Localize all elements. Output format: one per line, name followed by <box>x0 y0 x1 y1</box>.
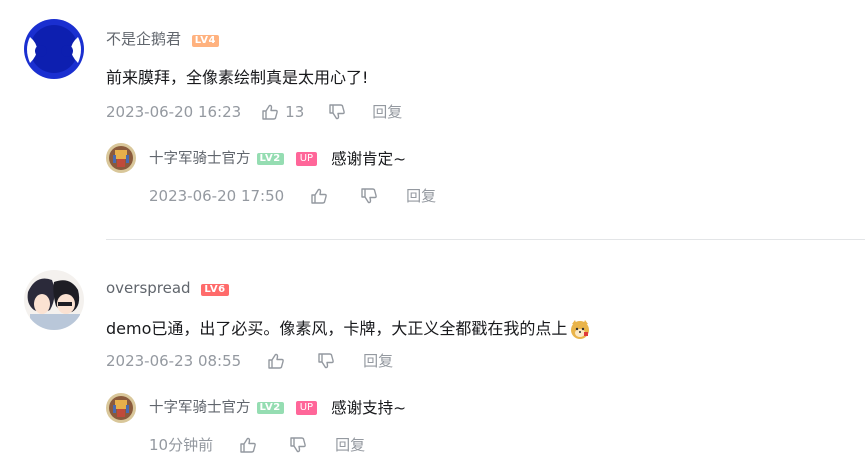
reply-text: 感谢支持~ <box>331 399 407 417</box>
reply-button[interactable]: 回复 <box>406 187 436 205</box>
username[interactable]: 不是企鹅君 <box>106 30 181 48</box>
reply-text: 感谢肯定~ <box>331 150 407 168</box>
comment-text: 前来膜拜，全像素绘制真是太用心了! <box>106 68 369 87</box>
dislike-icon[interactable] <box>317 352 335 370</box>
reply-button[interactable]: 回复 <box>372 103 402 121</box>
reply-time: 2023-06-20 17:50 <box>149 187 285 205</box>
dislike-icon[interactable] <box>328 103 346 121</box>
reply-username[interactable]: 十字军骑士官方 <box>149 150 251 168</box>
like-icon[interactable] <box>267 352 285 370</box>
avatar[interactable] <box>106 143 136 173</box>
reply-username[interactable]: 十字军骑士官方 <box>149 399 251 417</box>
up-badge: UP <box>295 152 318 166</box>
doge-emoji-icon <box>569 318 591 340</box>
dislike-icon[interactable] <box>360 187 378 205</box>
like-icon[interactable] <box>239 436 257 454</box>
avatar[interactable] <box>106 393 136 423</box>
level-badge: LV2 <box>256 153 284 165</box>
level-badge: LV6 <box>201 284 229 296</box>
username[interactable]: overspread <box>106 279 191 297</box>
up-badge: UP <box>295 401 318 415</box>
avatar[interactable] <box>24 270 84 330</box>
level-badge: LV4 <box>191 35 219 47</box>
like-icon[interactable] <box>261 103 279 121</box>
comment-text: demo已通，出了必买。像素风，卡牌，大正义全都戳在我的点上 <box>106 319 568 338</box>
avatar[interactable] <box>24 19 84 79</box>
reply-button[interactable]: 回复 <box>335 436 365 454</box>
like-count: 13 <box>285 103 305 121</box>
reply-time: 10分钟前 <box>149 436 214 454</box>
level-badge: LV2 <box>256 402 284 414</box>
like-icon[interactable] <box>310 187 328 205</box>
comment-time: 2023-06-20 16:23 <box>106 103 242 121</box>
comment-time: 2023-06-23 08:55 <box>106 352 242 370</box>
divider <box>106 239 865 240</box>
dislike-icon[interactable] <box>289 436 307 454</box>
reply-button[interactable]: 回复 <box>363 352 393 370</box>
